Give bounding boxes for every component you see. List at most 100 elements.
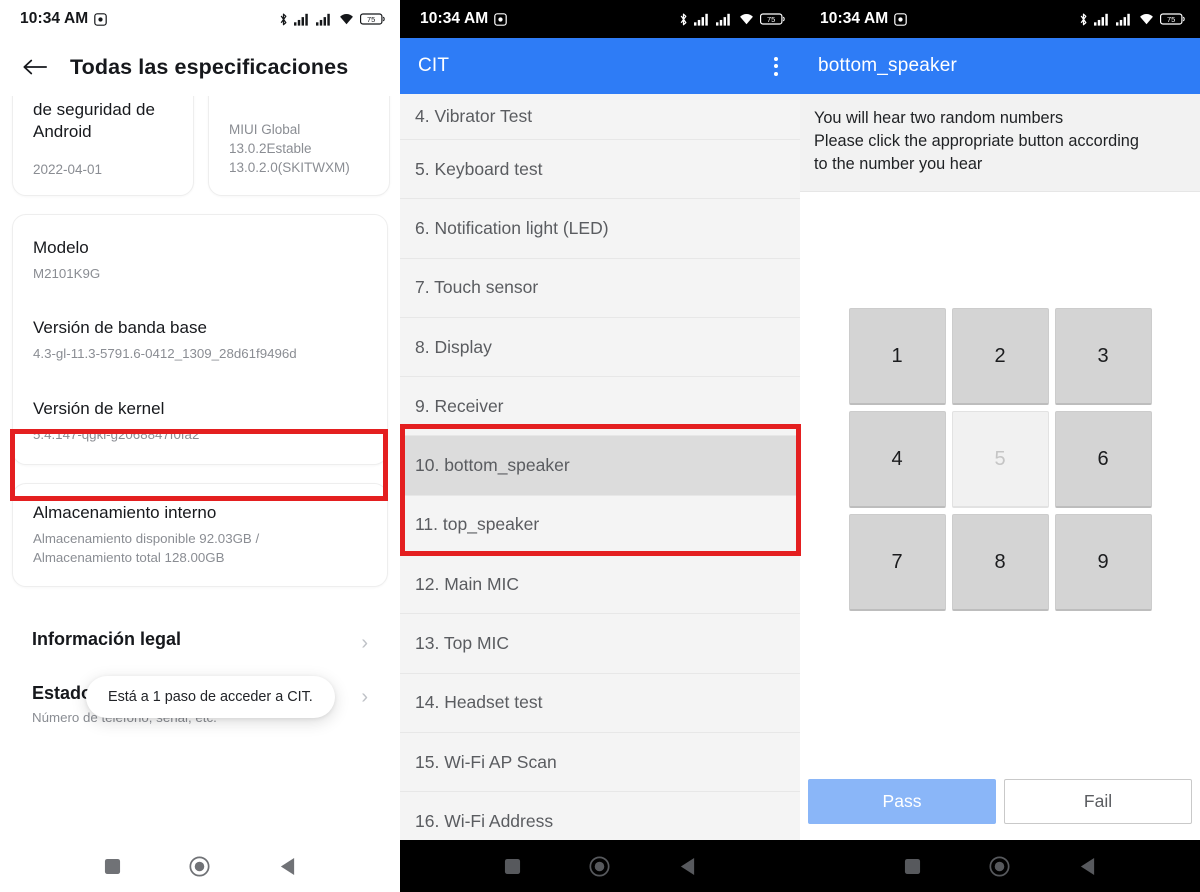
svg-text:75: 75 [367, 15, 375, 24]
storage-label: Almacenamiento interno [33, 503, 217, 523]
spec-label: Modelo [33, 238, 89, 257]
list-item[interactable]: 14. Headset test [400, 673, 800, 733]
speaker-test-title: bottom_speaker [818, 55, 958, 76]
test-instructions: You will hear two random numbers Please … [800, 94, 1200, 193]
android-security-card[interactable]: de seguridad de Android 2022-04-01 [12, 96, 194, 196]
right-phone-panel: 10:34 AM 75 bottom_speaker You will hear… [800, 0, 1200, 892]
link-main: Información legal [32, 629, 361, 650]
key-1[interactable]: 1 [848, 308, 946, 406]
storage-available: Almacenamiento disponible 92.03GB / [33, 531, 260, 547]
bluetooth-icon [678, 12, 689, 27]
back-arrow-icon[interactable] [22, 57, 48, 77]
signal-1-icon [1094, 12, 1111, 26]
miui-version-value: MIUI Global 13.0.2Estable 13.0.2.0(SKITW… [229, 120, 369, 177]
status-bar-left-group: 10:34 AM [420, 10, 508, 28]
home-circle-icon[interactable] [989, 855, 1011, 877]
link-item-informacion-legal[interactable]: Información legal › [32, 613, 368, 667]
signal-2-icon [316, 12, 333, 26]
chevron-right-icon: › [361, 631, 368, 654]
status-bar-left-group: 10:34 AM [820, 10, 908, 28]
cit-toast-message: Está a 1 paso de acceder a CIT. [86, 676, 335, 718]
key-6[interactable]: 6 [1054, 411, 1152, 509]
keypad-area: 1 2 3 4 5 6 7 8 9 [800, 192, 1200, 767]
key-4[interactable]: 4 [848, 411, 946, 509]
list-item[interactable]: 8. Display [400, 317, 800, 378]
list-item[interactable]: 7. Touch sensor [400, 258, 800, 318]
link-title: Información legal [32, 628, 182, 649]
back-triangle-icon[interactable] [679, 857, 696, 876]
pass-button[interactable]: Pass [808, 779, 996, 824]
key-5[interactable]: 5 [951, 411, 1049, 509]
bluetooth-icon [1078, 12, 1089, 27]
key-2[interactable]: 2 [951, 308, 1049, 406]
number-keypad: 1 2 3 4 5 6 7 8 9 [848, 308, 1152, 612]
miui-version-card[interactable]: MIUI Global 13.0.2Estable 13.0.2.0(SKITW… [208, 96, 390, 196]
spec-row-kernel[interactable]: Versión de kernel 5.4.147-qgki-g2068847f… [13, 380, 387, 460]
list-item[interactable]: 15. Wi-Fi AP Scan [400, 732, 800, 793]
top-card-row: de seguridad de Android 2022-04-01 MIUI … [12, 96, 390, 196]
android-security-label: de seguridad de Android [33, 100, 155, 141]
navbar-right [800, 840, 1200, 892]
screen-record-icon [94, 12, 108, 26]
spec-value: 4.3-gl-11.3-5791.6-0412_1309_28d61f9496d [33, 346, 297, 362]
list-item[interactable]: 13. Top MIC [400, 614, 800, 674]
status-bar-right-group: 75 [278, 12, 386, 27]
spec-row-banda-base[interactable]: Versión de banda base 4.3-gl-11.3-5791.6… [13, 299, 387, 379]
verdict-buttons: Pass Fail [800, 767, 1200, 840]
recents-square-icon[interactable] [104, 858, 121, 875]
settings-appbar: Todas las especificaciones [0, 38, 400, 96]
internal-storage-card[interactable]: Almacenamiento interno Almacenamiento di… [12, 483, 388, 587]
list-item[interactable]: 5. Keyboard test [400, 140, 800, 200]
more-vertical-icon[interactable] [770, 51, 782, 82]
instruction-line-2: Please click the appropriate button acco… [814, 132, 1139, 151]
home-circle-icon[interactable] [589, 855, 611, 877]
spec-value: M2101K9G [33, 266, 101, 282]
svg-text:75: 75 [767, 15, 775, 24]
back-triangle-icon[interactable] [1079, 857, 1096, 876]
list-item[interactable]: 16. Wi-Fi Address [400, 792, 800, 840]
page-title: Todas las especificaciones [70, 54, 349, 79]
list-item[interactable]: 12. Main MIC [400, 555, 800, 615]
key-3[interactable]: 3 [1054, 308, 1152, 406]
list-item-top-speaker[interactable]: 11. top_speaker [400, 495, 800, 556]
list-item[interactable]: 9. Receiver [400, 377, 800, 437]
list-item[interactable]: 6. Notification light (LED) [400, 199, 800, 259]
chevron-right-icon: › [361, 685, 368, 708]
bluetooth-icon [278, 12, 289, 27]
key-9[interactable]: 9 [1054, 514, 1152, 612]
mid-phone-panel: 10:34 AM 75 CIT 4. Vibrator Test 5. Keyb… [400, 0, 800, 892]
status-bar-right: 10:34 AM 75 [800, 0, 1200, 38]
recents-square-icon[interactable] [504, 858, 521, 875]
settings-scroll-body[interactable]: de seguridad de Android 2022-04-01 MIUI … [0, 96, 400, 840]
signal-1-icon [694, 12, 711, 26]
recents-square-icon[interactable] [904, 858, 921, 875]
cit-title: CIT [418, 55, 450, 76]
spec-label: Versión de banda base [33, 318, 207, 338]
three-phone-screenshots: 10:34 AM 75 Todas las especificaciones d… [0, 0, 1200, 892]
status-bar-left: 10:34 AM 75 [0, 0, 400, 38]
list-item-bottom-speaker[interactable]: 10. bottom_speaker [400, 436, 800, 496]
spec-row-modelo[interactable]: Modelo M2101K9G [13, 219, 387, 299]
navbar-mid [400, 840, 800, 892]
home-circle-icon[interactable] [189, 855, 211, 877]
list-item[interactable]: 4. Vibrator Test [400, 94, 800, 140]
status-bar-right-group: 75 [678, 12, 786, 27]
battery-icon: 75 [1160, 12, 1186, 26]
wifi-icon [1138, 12, 1155, 26]
status-time: 10:34 AM [420, 10, 489, 27]
screen-record-icon [494, 12, 508, 26]
status-bar-mid: 10:34 AM 75 [400, 0, 800, 38]
fail-button[interactable]: Fail [1004, 779, 1192, 824]
cit-test-list[interactable]: 4. Vibrator Test 5. Keyboard test 6. Not… [400, 94, 800, 840]
status-bar-right-group: 75 [1078, 12, 1186, 27]
device-specs-card: Modelo M2101K9G Versión de banda base 4.… [12, 214, 388, 466]
key-7[interactable]: 7 [848, 514, 946, 612]
back-triangle-icon[interactable] [279, 857, 296, 876]
battery-icon: 75 [360, 12, 386, 26]
navbar-left [0, 840, 400, 892]
android-security-date: 2022-04-01 [33, 161, 103, 177]
wifi-icon [338, 12, 355, 26]
signal-2-icon [716, 12, 733, 26]
signal-1-icon [294, 12, 311, 26]
key-8[interactable]: 8 [951, 514, 1049, 612]
